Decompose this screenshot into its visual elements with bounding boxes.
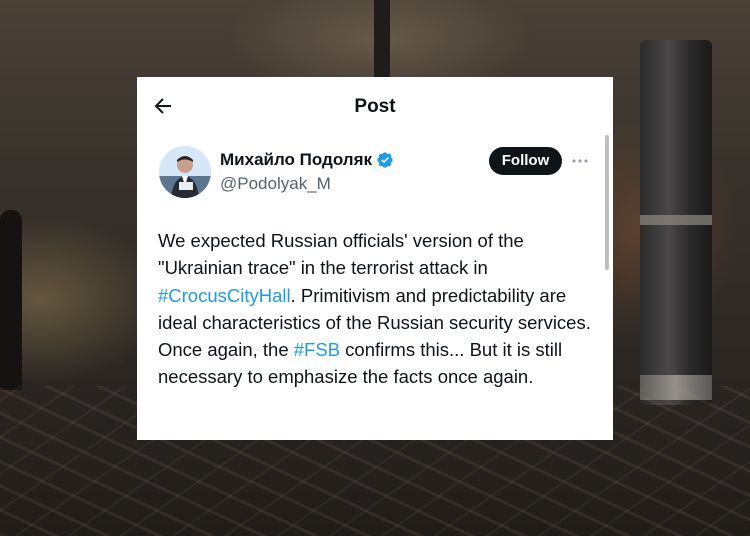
- background-pillar: [640, 40, 712, 405]
- tweet-text-part: We expected Russian officials' version o…: [158, 230, 524, 279]
- background-person: [0, 210, 22, 390]
- top-bar: Post: [137, 77, 613, 135]
- follow-button[interactable]: Follow: [489, 147, 562, 175]
- verified-badge-icon: [377, 152, 393, 168]
- avatar[interactable]: [159, 146, 211, 198]
- hashtag-link[interactable]: #CrocusCityHall: [158, 285, 291, 306]
- hashtag-link[interactable]: #FSB: [294, 339, 340, 360]
- author-name[interactable]: Михайло Подоляк: [220, 150, 372, 170]
- author-handle[interactable]: @Podolyak_M: [220, 174, 331, 194]
- avatar-image: [159, 146, 211, 198]
- scrollbar[interactable]: [604, 135, 610, 440]
- more-horizontal-icon[interactable]: [570, 149, 590, 173]
- tweet-text: We expected Russian officials' version o…: [158, 227, 598, 391]
- author-name-row: Михайло Подоляк: [220, 150, 394, 170]
- background-pole: [374, 0, 390, 78]
- page-title: Post: [354, 96, 396, 117]
- scroll-thumb[interactable]: [605, 135, 609, 270]
- post-card: Post Михайло Подоляк @Podolyak_M Follow …: [137, 77, 613, 440]
